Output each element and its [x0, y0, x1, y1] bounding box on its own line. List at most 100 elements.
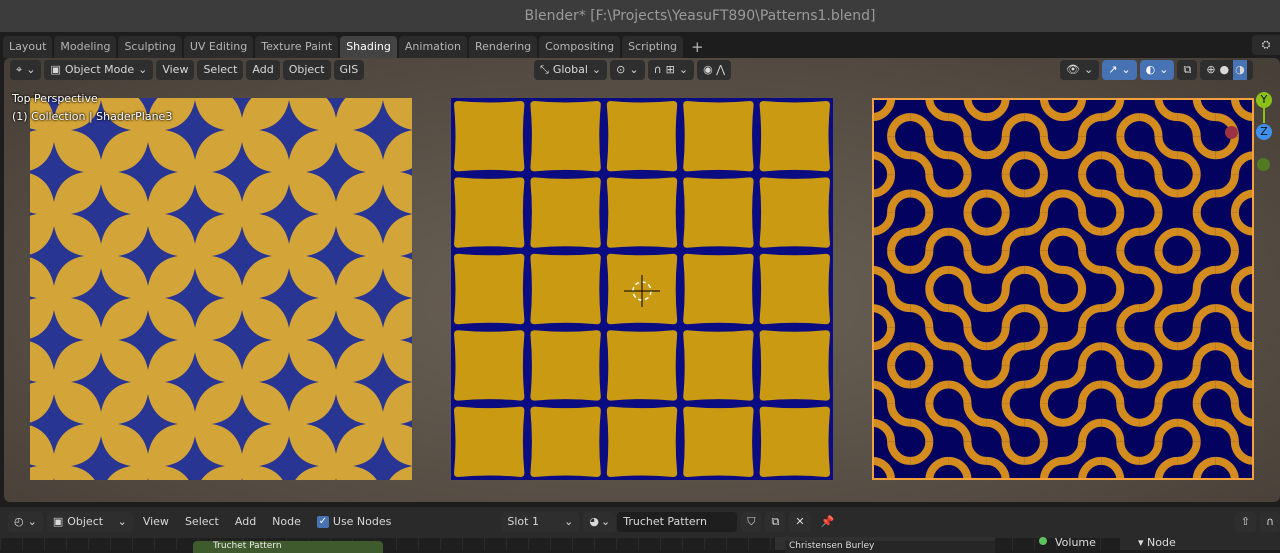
parent-node-tree-button[interactable]: ⇧ [1234, 512, 1256, 532]
yellow-tile [683, 330, 754, 401]
node-editor-icon: ◴ [14, 515, 24, 528]
material-browse-button[interactable]: ◕ ⌄ [583, 512, 617, 532]
mode-dropdown[interactable]: ▣ Object Mode ⌄ [44, 60, 154, 80]
editor-type-button[interactable]: ⌖ ⌄ [10, 60, 42, 80]
node-editor-header: ◴ ⌄ ▣ Object ⌄ View Select Add Node ✓ Use No… [0, 507, 1280, 537]
tab-uv-editing[interactable]: UV Editing [183, 36, 254, 58]
scene-selector-icon[interactable]: ⛭ [1252, 35, 1280, 55]
yellow-tile [454, 253, 525, 325]
proportional-icon: ◉ ⋀ [703, 63, 726, 76]
yellow-tile [454, 330, 525, 401]
pin-button[interactable]: 📌 [815, 512, 841, 532]
gizmo-z-axis[interactable]: Z [1256, 124, 1272, 140]
object-icon: ▣ [52, 515, 64, 528]
plane-truchet-pattern[interactable] [872, 98, 1254, 480]
tab-rendering[interactable]: Rendering [468, 36, 538, 58]
tab-scripting[interactable]: Scripting [622, 36, 684, 58]
menu-object[interactable]: Object [282, 60, 331, 80]
snap-toggle[interactable]: ∩ ⊞ ⌄ [647, 60, 695, 80]
menu-select[interactable]: Select [179, 512, 225, 532]
overlay-toggle[interactable]: ◐ ⌄ [1139, 60, 1175, 80]
menu-gis[interactable]: GIS [333, 60, 365, 80]
material-preview-icon: ◑ [1233, 60, 1247, 80]
chevron-down-icon: ⌄ [138, 63, 148, 76]
yellow-tile [759, 406, 830, 477]
pivot-dropdown[interactable]: ⊙ ⌄ [610, 60, 645, 80]
menu-node[interactable]: Node [266, 512, 307, 532]
subsurface-method-dropdown[interactable]: Christensen Burley [785, 541, 995, 553]
yellow-tile [683, 253, 754, 325]
gizmo-toggle[interactable]: ↗ ⌄ [1102, 60, 1137, 80]
tab-shading[interactable]: Shading [340, 36, 397, 58]
shield-icon: ⛉ [747, 515, 756, 528]
menu-add[interactable]: Add [246, 60, 280, 80]
gizmo-y-line [1263, 107, 1265, 123]
close-icon: ✕ [795, 515, 805, 528]
xray-toggle[interactable]: ⧉ [1177, 60, 1198, 80]
add-workspace-button[interactable]: + [685, 36, 710, 58]
orientation-dropdown[interactable]: ⤡ Global ⌄ [534, 60, 608, 80]
tab-layout[interactable]: Layout [3, 36, 53, 58]
cursor-tool-icon: ⌖ [16, 63, 23, 76]
snap-button[interactable]: ∩ [1259, 512, 1280, 532]
editor-type-button[interactable]: ◴ ⌄ [8, 512, 43, 532]
object-type-dropdown[interactable]: ▣ Object ⌄ [46, 512, 133, 532]
node-header[interactable]: Truchet Pattern [193, 541, 383, 553]
unlink-material-button[interactable]: ✕ [789, 512, 811, 532]
yellow-tile [606, 101, 678, 172]
tab-sculpting[interactable]: Sculpting [118, 36, 182, 58]
menu-view[interactable]: View [137, 512, 175, 532]
gizmo-y-axis[interactable]: Y [1256, 92, 1272, 108]
yellow-tile [530, 406, 601, 477]
quatrefoil-texture [30, 98, 412, 480]
pin-icon: 📌 [820, 515, 835, 528]
tab-modeling[interactable]: Modeling [54, 36, 117, 58]
yellow-tile [683, 177, 754, 248]
yellow-tile [759, 330, 830, 401]
menu-add[interactable]: Add [229, 512, 262, 532]
orientation-icon: ⤡ [540, 63, 549, 76]
object-info: (1) Collection | ShaderPlane3 [12, 110, 173, 123]
material-name-field[interactable]: Truchet Pattern [617, 512, 738, 532]
tab-compositing[interactable]: Compositing [539, 36, 621, 58]
tab-animation[interactable]: Animation [398, 36, 467, 58]
visibility-dropdown[interactable]: 👁 ⌄ [1060, 60, 1100, 80]
3d-viewport[interactable]: ⌖ ⌄ ▣ Object Mode ⌄ View Select Add Object … [4, 58, 1280, 502]
proportional-edit-toggle[interactable]: ◉ ⋀ [697, 60, 732, 80]
node-editor-canvas[interactable]: Truchet Pattern Christensen Burley Volum… [0, 536, 1280, 553]
menu-select[interactable]: Select [197, 60, 244, 80]
yellow-tile [454, 406, 525, 477]
slot-dropdown[interactable]: Slot 1 ⌄ [501, 512, 580, 532]
socket-label: Volume [1055, 536, 1096, 549]
workspace-tabs: Layout Modeling Sculpting UV Editing Tex… [0, 35, 1280, 59]
duplicate-material-button[interactable]: ⧉ [765, 512, 786, 532]
mode-label: Object Mode [64, 63, 135, 76]
wireframe-icon: ⊕ [1206, 63, 1216, 76]
yellow-tile [530, 253, 601, 325]
navigation-gizmo[interactable]: Y Z [1225, 92, 1274, 182]
tab-texture-paint[interactable]: Texture Paint [255, 36, 339, 58]
volume-socket[interactable] [1039, 537, 1047, 545]
yellow-tile [683, 406, 754, 477]
orientation-label: Global [552, 63, 588, 76]
pivot-icon: ⊙ [616, 63, 626, 76]
object-type-label: Object [67, 515, 104, 528]
yellow-tile [759, 253, 830, 325]
copy-icon: ⧉ [771, 515, 780, 528]
yellow-tile [606, 330, 678, 401]
gizmo-neg-y[interactable] [1257, 158, 1270, 171]
view-name: Top Perspective [12, 92, 98, 105]
magnet-icon: ∩ [1265, 515, 1274, 528]
object-mode-icon: ▣ [50, 63, 61, 76]
gizmo-neg-x[interactable] [1225, 126, 1238, 139]
menu-view[interactable]: View [156, 60, 195, 80]
slot-label: Slot 1 [507, 515, 539, 528]
eye-icon: 👁 [1066, 63, 1080, 76]
use-nodes-checkbox[interactable]: ✓ Use Nodes [311, 512, 398, 532]
fake-user-button[interactable]: ⛉ [741, 512, 762, 532]
plane-quatrefoil-pattern[interactable] [30, 98, 412, 480]
node-panel-header[interactable]: ▾ Node [1120, 536, 1280, 550]
shading-modes[interactable]: ⊕ ● ◑ [1200, 60, 1253, 80]
yellow-tile [454, 177, 525, 248]
yellow-tile [759, 101, 830, 172]
